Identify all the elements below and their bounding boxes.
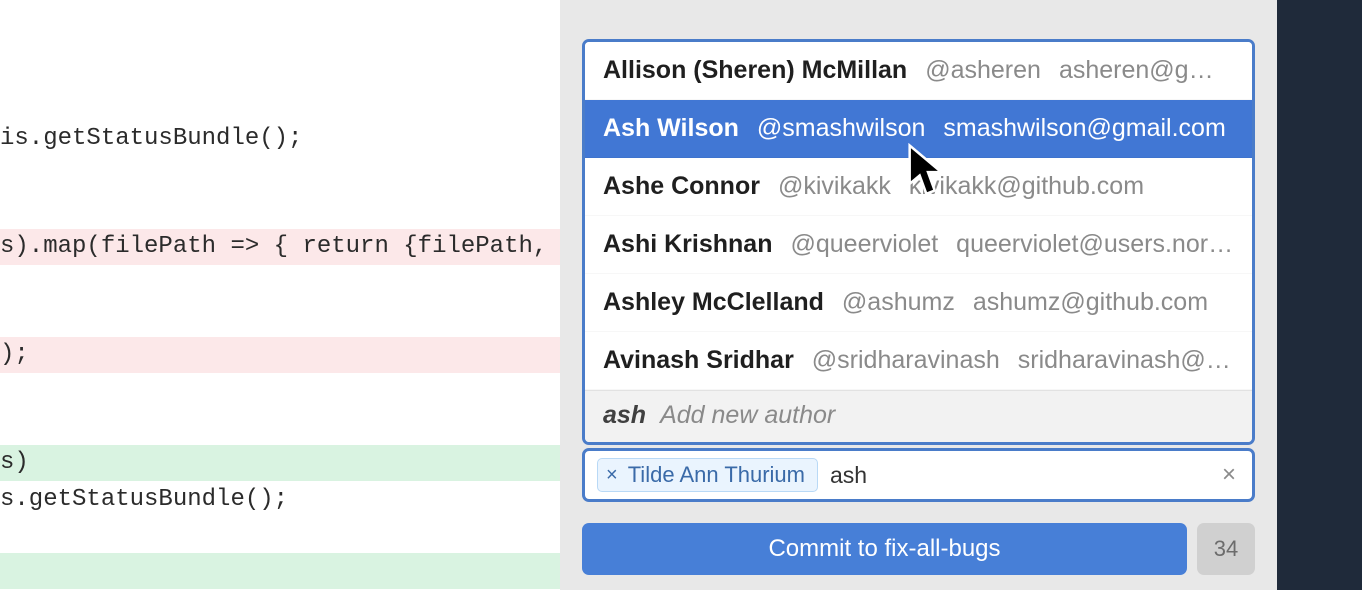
right-sidebar-strip	[1277, 0, 1362, 590]
autocomplete-item-handle: @kivikakk	[778, 172, 891, 201]
autocomplete-item-name: Ash Wilson	[603, 114, 739, 143]
coauthor-autocomplete: Allison (Sheren) McMillan @asheren asher…	[582, 39, 1255, 445]
autocomplete-add-label: Add new author	[660, 401, 835, 430]
autocomplete-item-handle: @queerviolet	[790, 230, 938, 259]
autocomplete-item-selected[interactable]: Ash Wilson @smashwilson smashwilson@gmai…	[585, 100, 1252, 158]
autocomplete-item-email: queerviolet@users.nore…	[956, 230, 1234, 259]
commit-ahead-count[interactable]: 34	[1197, 523, 1255, 575]
coauthor-input[interactable]: × Tilde Ann Thurium ×	[582, 448, 1255, 502]
autocomplete-item-name: Allison (Sheren) McMillan	[603, 56, 907, 85]
autocomplete-add-new-author[interactable]: ash Add new author	[585, 390, 1252, 442]
autocomplete-item-handle: @asheren	[925, 56, 1041, 85]
code-line: is.getStatusBundle();	[0, 121, 560, 157]
autocomplete-item-email: kivikakk@github.com	[909, 172, 1234, 201]
coauthor-chip[interactable]: × Tilde Ann Thurium	[597, 458, 818, 492]
autocomplete-add-term: ash	[603, 401, 646, 430]
autocomplete-item-handle: @sridharavinash	[812, 346, 1000, 375]
autocomplete-item-name: Ashe Connor	[603, 172, 760, 201]
code-line-deleted: s).map(filePath => { return {filePath,	[0, 229, 560, 265]
autocomplete-item[interactable]: Allison (Sheren) McMillan @asheren asher…	[585, 42, 1252, 100]
coauthor-chip-name: Tilde Ann Thurium	[628, 462, 805, 488]
autocomplete-item-email: asheren@gmail…	[1059, 56, 1234, 85]
remove-chip-icon[interactable]: ×	[606, 465, 618, 485]
commit-row: Commit to fix-all-bugs 34	[582, 523, 1255, 575]
diff-pane: is.getStatusBundle(); s).map(filePath =>…	[0, 0, 560, 590]
commit-panel: Allison (Sheren) McMillan @asheren asher…	[560, 0, 1277, 590]
autocomplete-item-handle: @ashumz	[842, 288, 955, 317]
autocomplete-item[interactable]: Avinash Sridhar @sridharavinash sridhara…	[585, 332, 1252, 390]
diff-hunk-2: s.getStatusBundle(); .map(filePath => { …	[0, 410, 560, 590]
autocomplete-item-email: sridharavinash@us…	[1018, 346, 1234, 375]
autocomplete-item-name: Ashi Krishnan	[603, 230, 772, 259]
autocomplete-item-name: Avinash Sridhar	[603, 346, 794, 375]
code-line-deleted: );	[0, 337, 560, 373]
commit-button[interactable]: Commit to fix-all-bugs	[582, 523, 1187, 575]
autocomplete-item[interactable]: Ashe Connor @kivikakk kivikakk@github.co…	[585, 158, 1252, 216]
autocomplete-item-handle: @smashwilson	[757, 114, 925, 143]
coauthor-text-input[interactable]	[830, 462, 1206, 489]
clear-input-icon[interactable]: ×	[1218, 461, 1240, 489]
autocomplete-item-email: smashwilson@gmail.com	[943, 114, 1234, 143]
autocomplete-item-email: ashumz@github.com	[973, 288, 1234, 317]
autocomplete-item[interactable]: Ashi Krishnan @queerviolet queerviolet@u…	[585, 216, 1252, 274]
autocomplete-item-name: Ashley McClelland	[603, 288, 824, 317]
code-line: s.getStatusBundle();	[0, 482, 560, 518]
autocomplete-item[interactable]: Ashley McClelland @ashumz ashumz@github.…	[585, 274, 1252, 332]
